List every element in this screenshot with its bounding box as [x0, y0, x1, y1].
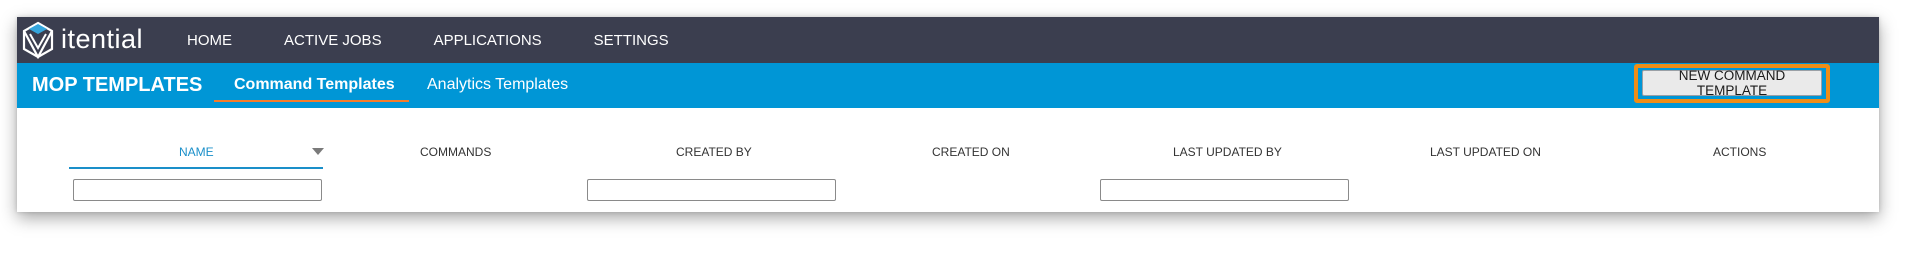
tab-command-templates[interactable]: Command Templates — [234, 76, 395, 94]
last-updated-by-filter-input[interactable] — [1100, 179, 1349, 201]
nav-item-home[interactable]: HOME — [187, 32, 232, 49]
column-header-actions: ACTIONS — [1713, 145, 1767, 159]
column-header-created-by[interactable]: CREATED BY — [676, 145, 752, 159]
brand-logo[interactable]: itential — [21, 17, 143, 63]
sort-descending-icon[interactable] — [312, 148, 324, 155]
active-tab-indicator — [214, 100, 409, 102]
new-command-template-button[interactable]: NEW COMMAND TEMPLATE — [1642, 68, 1822, 98]
column-header-name[interactable]: NAME — [179, 145, 214, 159]
name-column-active-indicator — [69, 167, 323, 169]
tab-analytics-templates[interactable]: Analytics Templates — [427, 76, 568, 94]
page-title: MOP TEMPLATES — [32, 74, 203, 96]
top-navigation-bar: itential HOME ACTIVE JOBS APPLICATIONS S… — [17, 17, 1879, 63]
column-header-last-updated-by[interactable]: LAST UPDATED BY — [1173, 145, 1282, 159]
column-header-last-updated-on[interactable]: LAST UPDATED ON — [1430, 145, 1541, 159]
name-filter-input[interactable] — [73, 179, 322, 201]
brand-name: itential — [61, 23, 144, 54]
itential-logo-icon — [22, 21, 54, 59]
column-header-commands[interactable]: COMMANDS — [420, 145, 491, 159]
top-nav-menu: HOME ACTIVE JOBS APPLICATIONS SETTINGS — [187, 32, 721, 49]
created-by-filter-input[interactable] — [587, 179, 836, 201]
nav-item-applications[interactable]: APPLICATIONS — [434, 32, 542, 49]
column-header-created-on[interactable]: CREATED ON — [932, 145, 1010, 159]
nav-item-settings[interactable]: SETTINGS — [594, 32, 669, 49]
app-window: itential HOME ACTIVE JOBS APPLICATIONS S… — [17, 17, 1879, 212]
page-header-bar: MOP TEMPLATES Command Templates Analytic… — [17, 63, 1879, 108]
nav-item-active-jobs[interactable]: ACTIVE JOBS — [284, 32, 382, 49]
